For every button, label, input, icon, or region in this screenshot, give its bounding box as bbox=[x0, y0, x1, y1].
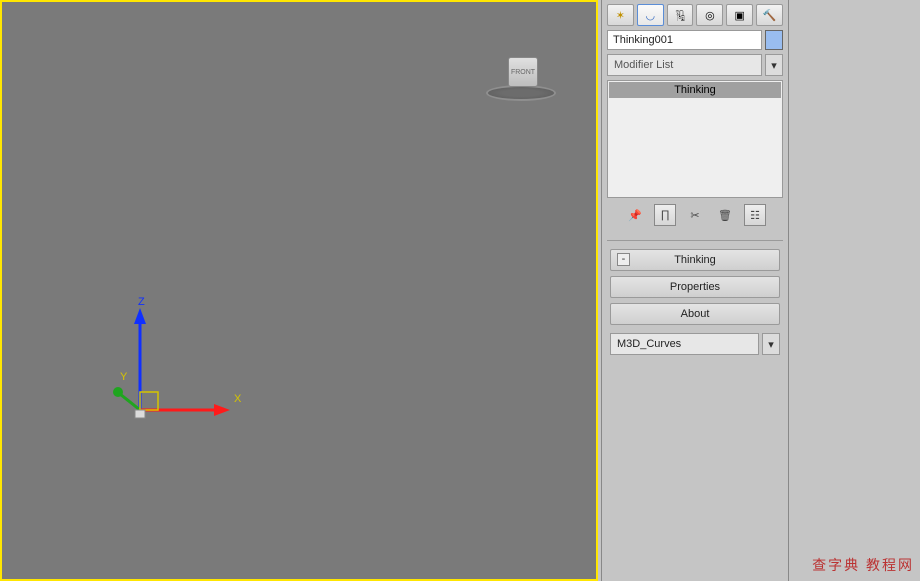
separator bbox=[607, 240, 783, 241]
minus-icon: - bbox=[617, 253, 630, 266]
axis-y-label: Y bbox=[120, 371, 128, 383]
tab-motion[interactable]: ◎ bbox=[696, 4, 723, 26]
monitor-icon: ▣ bbox=[735, 9, 745, 22]
remove-modifier-button[interactable]: 🗑 bbox=[714, 204, 736, 226]
pin-stack-button[interactable]: 📌 bbox=[624, 204, 646, 226]
hammer-icon: 🔨 bbox=[763, 9, 777, 22]
rollout-about-label: About bbox=[681, 308, 710, 320]
hierarchy-icon: 𓏟 bbox=[675, 6, 685, 25]
configure-sets-button[interactable]: ☷ bbox=[744, 204, 766, 226]
sparkle-icon: ✶ bbox=[616, 9, 625, 22]
show-end-result-button[interactable]: ∏ bbox=[654, 204, 676, 226]
pin-icon: 📌 bbox=[628, 209, 642, 222]
side-gutter: 查字典 教程网 jiaocheng.chazidian.net bbox=[789, 0, 920, 581]
chevron-down-icon: ▾ bbox=[771, 59, 777, 72]
unique-icon: ✂ bbox=[690, 209, 699, 222]
preset-label: M3D_Curves bbox=[617, 338, 681, 350]
panel-tabs: ✶ ◡ 𓏟 ◎ ▣ 🔨 bbox=[607, 4, 783, 26]
configure-icon: ☷ bbox=[750, 209, 760, 222]
show-result-icon: ∏ bbox=[660, 209, 669, 221]
arc-icon: ◡ bbox=[645, 9, 655, 22]
viewcube-face[interactable]: FRONT bbox=[508, 57, 538, 87]
rollout-properties-label: Properties bbox=[670, 281, 720, 293]
make-unique-button[interactable]: ✂ bbox=[684, 204, 706, 226]
tab-hierarchy[interactable]: 𓏟 bbox=[667, 4, 694, 26]
viewport[interactable]: FRONT Z X Y bbox=[0, 0, 598, 581]
modifier-list-arrow[interactable]: ▾ bbox=[765, 54, 783, 76]
axis-z-label: Z bbox=[138, 296, 145, 308]
axis-gizmo[interactable]: Z X Y bbox=[112, 302, 242, 422]
preset-dropdown[interactable]: M3D_Curves bbox=[610, 333, 759, 355]
preset-arrow[interactable]: ▾ bbox=[762, 333, 780, 355]
modifier-list-label: Modifier List bbox=[614, 59, 673, 71]
tab-utilities[interactable]: 🔨 bbox=[756, 4, 783, 26]
modifier-stack[interactable]: Thinking bbox=[607, 80, 783, 198]
object-name-input[interactable] bbox=[607, 30, 762, 50]
tab-modify[interactable]: ◡ bbox=[637, 4, 664, 26]
stack-toolbar: 📌 ∏ ✂ 🗑 ☷ bbox=[607, 204, 783, 228]
rollout-thinking[interactable]: - Thinking bbox=[610, 249, 780, 271]
wheel-icon: ◎ bbox=[705, 9, 715, 22]
object-color-swatch[interactable] bbox=[765, 30, 783, 50]
watermark: 查字典 教程网 bbox=[812, 555, 914, 575]
command-panel: ✶ ◡ 𓏟 ◎ ▣ 🔨 bbox=[601, 0, 789, 581]
tab-display[interactable]: ▣ bbox=[726, 4, 753, 26]
chevron-down-icon: ▾ bbox=[768, 338, 774, 351]
trash-icon: 🗑 bbox=[718, 209, 732, 222]
rollout-thinking-label: Thinking bbox=[674, 254, 716, 266]
axis-x-label: X bbox=[234, 393, 242, 405]
stack-item-thinking[interactable]: Thinking bbox=[609, 82, 781, 98]
viewcube[interactable]: FRONT bbox=[486, 47, 556, 102]
rollout-about[interactable]: About bbox=[610, 303, 780, 325]
modifier-list-dropdown[interactable]: Modifier List bbox=[607, 54, 762, 76]
tab-create[interactable]: ✶ bbox=[607, 4, 634, 26]
rollout-properties[interactable]: Properties bbox=[610, 276, 780, 298]
